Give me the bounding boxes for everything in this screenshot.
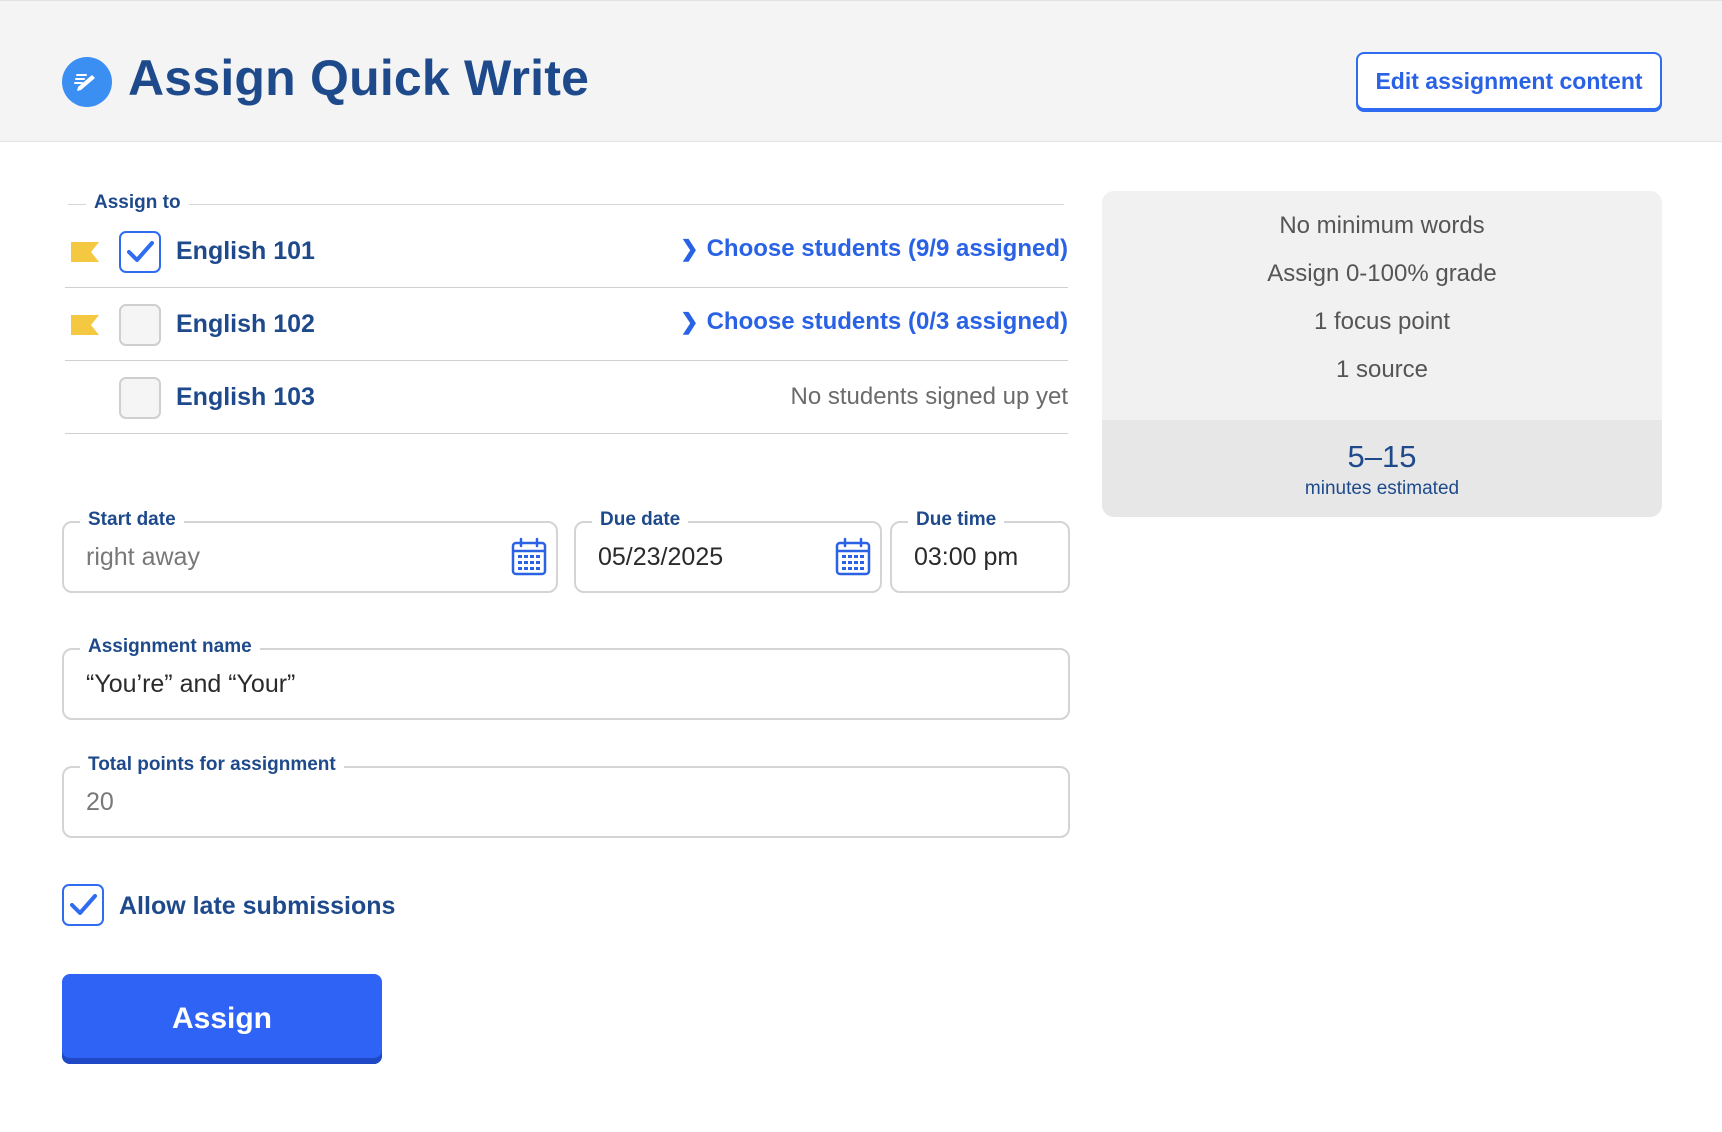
estimate-label: minutes estimated	[1304, 478, 1460, 499]
due-date-label: Due date	[592, 509, 689, 531]
assignment-name-value: “You’re” and “Your”	[86, 670, 296, 698]
class-row-english-103: English 103 No students signed up yet	[65, 361, 1068, 434]
info-line-sources: 1 source	[1335, 356, 1429, 383]
class-checkbox-english-102[interactable]	[119, 304, 161, 346]
due-date-field[interactable]: Due date 05/23/2025	[574, 509, 882, 593]
allow-late-submissions-checkbox[interactable]	[62, 884, 104, 926]
checkmark-icon	[70, 894, 97, 915]
assign-to-divider	[68, 204, 1064, 205]
choose-students-link-english-102[interactable]: ❯ Choose students (0/3 assigned)	[680, 308, 1068, 336]
choose-students-label: Choose students (9/9 assigned)	[706, 235, 1068, 262]
assignment-name-field[interactable]: Assignment name “You’re” and “Your”	[62, 636, 1070, 720]
assignment-name-label: Assignment name	[80, 636, 260, 658]
choose-students-label: Choose students (0/3 assigned)	[706, 308, 1068, 335]
page-title: Assign Quick Write	[128, 50, 590, 106]
quick-write-pen-icon	[62, 57, 112, 107]
class-checkbox-english-101[interactable]	[119, 231, 161, 273]
total-points-label: Total points for assignment	[80, 754, 344, 776]
assign-button[interactable]: Assign	[62, 974, 382, 1064]
class-checkbox-english-103[interactable]	[119, 377, 161, 419]
class-row-english-101: English 101 ❯ Choose students (9/9 assign…	[65, 215, 1068, 288]
class-name: English 102	[176, 310, 315, 338]
info-line-focus-points: 1 focus point	[1313, 308, 1451, 335]
due-time-value: 03:00 pm	[914, 543, 1019, 571]
total-points-value: 20	[86, 788, 114, 816]
assign-to-label: Assign to	[86, 192, 189, 214]
class-row-english-102: English 102 ❯ Choose students (0/3 assign…	[65, 288, 1068, 361]
calendar-icon[interactable]	[510, 537, 548, 577]
total-points-field[interactable]: Total points for assignment 20	[62, 754, 1070, 838]
info-line-grade: Assign 0-100% grade	[1267, 260, 1497, 287]
flag-icon	[71, 315, 99, 335]
due-date-value: 05/23/2025	[598, 543, 724, 571]
chevron-right-icon: ❯	[680, 236, 699, 261]
start-date-field[interactable]: Start date right away	[62, 509, 558, 593]
due-time-label: Due time	[908, 509, 1005, 531]
estimate-value: 5–15	[1347, 439, 1417, 474]
chevron-right-icon: ❯	[680, 309, 699, 334]
due-time-field[interactable]: Due time 03:00 pm	[890, 509, 1070, 593]
start-date-placeholder: right away	[86, 543, 200, 571]
checkmark-icon	[127, 241, 154, 262]
assignment-info-panel: No minimum words Assign 0-100% grade 1 f…	[1102, 191, 1662, 517]
page-header: Assign Quick Write Edit assignment conte…	[0, 0, 1722, 142]
calendar-icon[interactable]	[834, 537, 872, 577]
info-line-min-words: No minimum words	[1279, 212, 1485, 239]
class-name: English 101	[176, 237, 315, 265]
flag-icon	[71, 242, 99, 262]
allow-late-submissions-label[interactable]: Allow late submissions	[119, 892, 395, 921]
edit-assignment-content-button[interactable]: Edit assignment content	[1356, 52, 1662, 110]
start-date-label: Start date	[80, 509, 184, 531]
class-name: English 103	[176, 383, 315, 411]
no-students-status: No students signed up yet	[790, 383, 1068, 410]
choose-students-link-english-101[interactable]: ❯ Choose students (9/9 assigned)	[680, 235, 1068, 263]
